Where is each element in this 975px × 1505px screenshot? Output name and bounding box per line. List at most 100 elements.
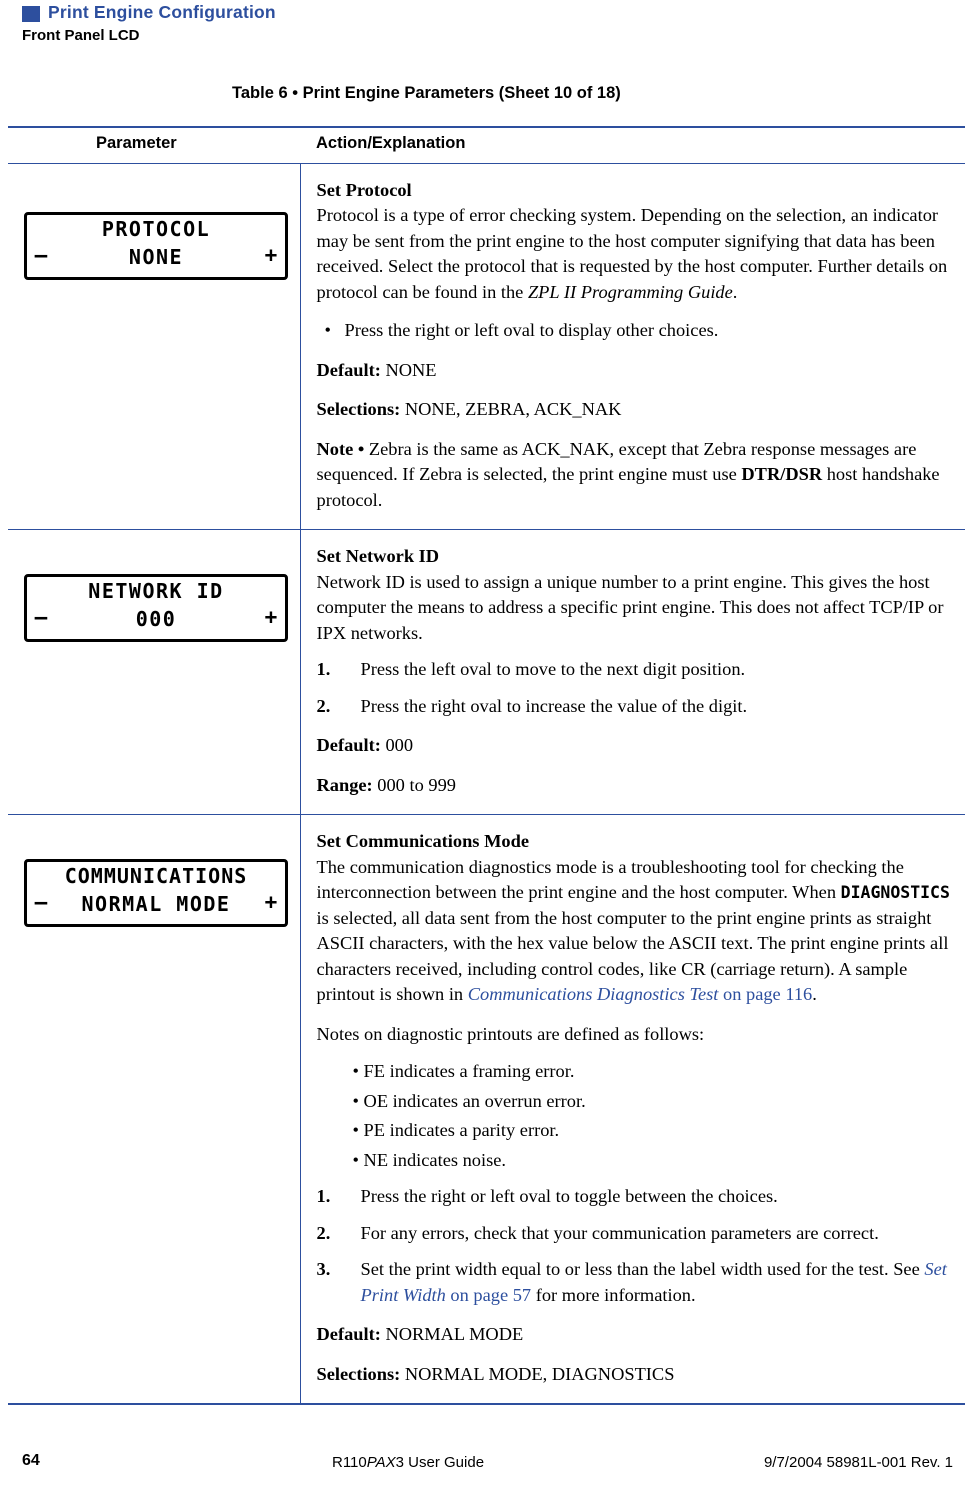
step-text-group: Set the print width equal to or less tha… [361, 1257, 958, 1308]
note-bold-term: DTR/DSR [741, 464, 823, 484]
page-footer: 64 R110PAX3 User Guide 9/7/2004 58981L-0… [0, 1452, 975, 1482]
lcd-line-1: PROTOCOL [101, 216, 211, 241]
section-heading: Set Protocol [316, 179, 412, 200]
parameter-cell-protocol: PROTOCOL NONE – + [8, 163, 300, 530]
table-row: PROTOCOL NONE – + Set Protocol Protocol … [8, 163, 965, 530]
italic-reference: ZPL II Programming Guide [527, 281, 733, 302]
default-label: Default: [316, 359, 381, 380]
sub-bullet-item: • PE indicates a parity error. [352, 1120, 560, 1140]
default-value: NONE [380, 359, 437, 380]
plus-oval-icon[interactable]: + [251, 605, 291, 629]
section-heading: Set Network ID [316, 546, 440, 566]
minus-oval-icon[interactable]: – [21, 605, 61, 629]
lcd-line-2: NONE [128, 244, 184, 269]
default-line: Default: NORMAL MODE [317, 1322, 958, 1348]
bullet-item: • Press the right or left oval to displa… [317, 318, 958, 344]
step-number: 1. [316, 1186, 331, 1206]
table-header-row: Parameter Action/Explanation [8, 126, 965, 164]
range-label: Range: [316, 774, 373, 795]
action-cell-communications: Set Communications Mode The communicatio… [299, 814, 965, 1405]
text-run-end: . [732, 281, 738, 302]
default-label: Default: [316, 1324, 381, 1344]
selections-value: NORMAL MODE, DIAGNOSTICS [400, 1363, 675, 1384]
default-line: Default: 000 [317, 733, 958, 759]
page-header: Print Engine Configuration Front Panel L… [0, 0, 975, 58]
numbered-step: 3. Set the print width equal to or less … [317, 1257, 958, 1308]
lcd-line-2: NORMAL MODE [81, 892, 231, 916]
sub-bullet-item: • FE indicates a framing error. [352, 1061, 575, 1081]
cross-reference-page[interactable]: on page 116 [718, 984, 812, 1004]
selections-value: NONE, ZEBRA, ACK_NAK [400, 399, 622, 419]
lcd-line-1: COMMUNICATIONS [64, 864, 248, 888]
text-run-a: The communication diagnostics mode is a … [316, 856, 904, 903]
table-row: COMMUNICATIONS NORMAL MODE – + Set Commu… [8, 814, 965, 1405]
parameter-cell-network-id: NETWORK ID 000 – + [8, 529, 300, 815]
table-row: NETWORK ID 000 – + Set Network ID Networ… [8, 529, 965, 815]
numbered-step: 1. Press the left oval to move to the ne… [317, 657, 958, 683]
print-engine-parameters-table: Parameter Action/Explanation PROTOCOL NO… [8, 126, 965, 1405]
notes-intro: Notes on diagnostic printouts are define… [316, 1023, 705, 1044]
action-cell-protocol: Set Protocol Protocol is a type of error… [299, 163, 965, 530]
step-text-end: for more information. [531, 1284, 696, 1305]
column-header-parameter: Parameter [8, 126, 300, 164]
selections-line: Selections: NORMAL MODE, DIAGNOSTICS [317, 1362, 958, 1388]
lcd-line-1: NETWORK ID [88, 579, 224, 603]
footer-title-c: 3 User Guide [395, 1454, 485, 1471]
table-caption: Table 6 • Print Engine Parameters (Sheet… [232, 84, 621, 102]
step-text: Set the print width equal to or less tha… [360, 1259, 925, 1279]
bullet-text: Press the right or left oval to display … [344, 320, 719, 340]
lcd-display-protocol: PROTOCOL NONE – + [21, 211, 291, 280]
step-text: For any errors, check that your communic… [360, 1222, 879, 1243]
footer-document-title: R110PAX3 User Guide [332, 1454, 484, 1471]
sub-bullet-item: • NE indicates noise. [352, 1149, 507, 1170]
lcd-line-2: 000 [135, 607, 177, 631]
step-text: Press the right or left oval to toggle b… [360, 1186, 778, 1206]
numbered-step: 2. Press the right oval to increase the … [317, 694, 958, 720]
mono-term: DIAGNOSTICS [840, 883, 950, 902]
paragraph-network-id-description: Network ID is used to assign a unique nu… [316, 571, 944, 643]
bullet-marker-icon: • [324, 320, 331, 340]
column-header-action: Action/Explanation [300, 126, 965, 164]
cross-reference-link[interactable]: Communications Diagnostics Test [468, 984, 719, 1004]
selections-label: Selections: [316, 1363, 401, 1384]
default-value: NORMAL MODE [380, 1324, 524, 1344]
cross-reference-page[interactable]: on page 57 [446, 1285, 531, 1305]
default-value: 000 [380, 735, 414, 755]
footer-page-number: 64 [22, 1452, 40, 1469]
minus-oval-icon[interactable]: – [21, 243, 61, 267]
numbered-step: 2. For any errors, check that your commu… [317, 1221, 958, 1247]
default-label: Default: [316, 735, 381, 755]
page-subtitle: Front Panel LCD [22, 27, 140, 44]
selections-label: Selections: [316, 399, 401, 419]
selections-line: Selections: NONE, ZEBRA, ACK_NAK [317, 397, 958, 423]
lcd-display-communications: COMMUNICATIONS NORMAL MODE – + [24, 859, 288, 927]
section-heading: Set Communications Mode [316, 831, 530, 851]
footer-title-a: R110 [332, 1454, 367, 1471]
range-line: Range: 000 to 999 [317, 773, 958, 799]
text-run-c: . [812, 984, 817, 1004]
note-block: Note • Zebra is the same as ACK_NAK, exc… [317, 437, 958, 514]
numbered-step: 1. Press the right or left oval to toggl… [317, 1184, 958, 1210]
default-line: Default: NONE [317, 358, 958, 384]
range-value: 000 to 999 [372, 774, 456, 795]
minus-oval-icon[interactable]: – [21, 890, 61, 914]
footer-revision: 9/7/2004 58981L-001 Rev. 1 [763, 1454, 953, 1471]
step-number: 1. [316, 659, 331, 679]
footer-title-b: PAX [366, 1454, 396, 1471]
paragraph-protocol-description: Protocol is a type of error checking sys… [317, 203, 958, 305]
plus-oval-icon[interactable]: + [251, 243, 291, 267]
step-text: Press the left oval to move to the next … [360, 659, 746, 679]
sub-bullet-list: • FE indicates a framing error. • OE ind… [317, 1059, 958, 1173]
plus-oval-icon[interactable]: + [251, 890, 291, 914]
step-number: 2. [316, 695, 331, 716]
step-number: 3. [316, 1259, 331, 1279]
paragraph-communications-description: The communication diagnostics mode is a … [317, 855, 958, 1008]
step-text: Press the right oval to increase the val… [360, 695, 748, 716]
lcd-display-network-id: NETWORK ID 000 – + [24, 574, 288, 642]
note-label: Note • [316, 438, 365, 459]
header-accent-block [22, 6, 40, 22]
step-number: 2. [316, 1222, 331, 1243]
parameter-cell-communications: COMMUNICATIONS NORMAL MODE – + [8, 814, 300, 1405]
sub-bullet-item: • OE indicates an overrun error. [352, 1090, 586, 1111]
action-cell-network-id: Set Network ID Network ID is used to ass… [299, 529, 965, 815]
